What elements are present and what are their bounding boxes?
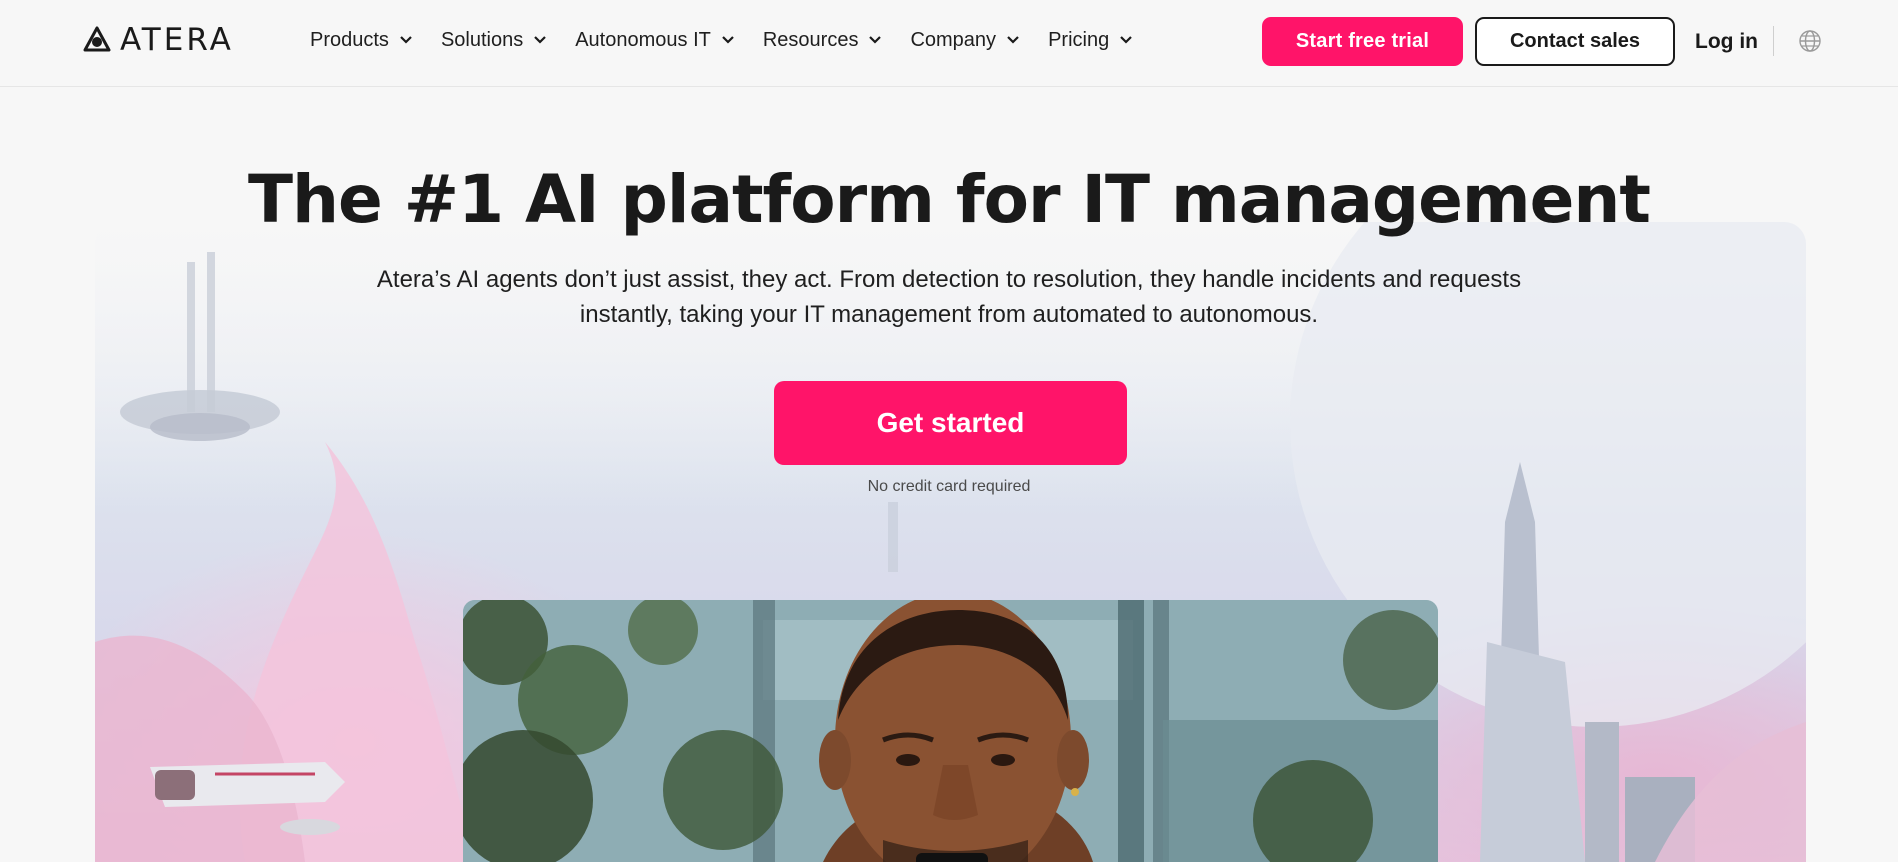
atera-logo-icon (83, 26, 111, 52)
chevron-down-icon (1120, 36, 1132, 44)
nav-divider (1773, 26, 1774, 56)
nav-item-company[interactable]: Company (910, 29, 1020, 52)
nav-item-label: Resources (762, 28, 859, 51)
hero-video[interactable] (463, 600, 1438, 862)
chevron-down-icon (869, 36, 882, 44)
chevron-down-icon (722, 36, 734, 44)
main-menu: Products Solutions Autonomous IT Resourc… (310, 26, 1133, 54)
hero-subtitle: Atera’s AI agents don’t just assist, the… (376, 266, 1522, 328)
chevron-down-icon (1007, 36, 1019, 44)
log-in-link[interactable]: Log in (1695, 28, 1758, 56)
nav-item-label: Autonomous IT (575, 28, 711, 51)
start-free-trial-button[interactable]: Start free trial (1262, 17, 1463, 66)
cta-note: No credit card required (867, 478, 1031, 495)
contact-sales-button[interactable]: Contact sales (1475, 17, 1675, 66)
nav-item-autonomous-it[interactable]: Autonomous IT (575, 29, 735, 52)
chevron-down-icon (534, 36, 546, 44)
nav-item-label: Solutions (440, 28, 524, 51)
nav-item-solutions[interactable]: Solutions (441, 29, 547, 52)
nav-item-pricing[interactable]: Pricing (1048, 29, 1133, 52)
globe-icon[interactable] (1798, 29, 1822, 53)
chevron-down-icon (400, 36, 412, 44)
nav-item-label: Company (910, 28, 997, 51)
logo-wordmark: ATERA (120, 22, 234, 58)
nav-item-resources[interactable]: Resources (763, 29, 883, 52)
top-navigation: ATERA Products Solutions Autonomous IT R… (0, 0, 1898, 87)
nav-item-label: Pricing (1048, 28, 1110, 51)
nav-item-label: Products (310, 28, 389, 51)
get-started-button[interactable]: Get started (774, 381, 1127, 465)
atera-logo[interactable]: ATERA (82, 24, 234, 56)
hero-title: The #1 AI platform for IT management (248, 161, 1651, 238)
video-control-pill[interactable] (916, 853, 988, 862)
nav-item-products[interactable]: Products (310, 29, 413, 52)
video-frame-illustration (463, 600, 1438, 862)
